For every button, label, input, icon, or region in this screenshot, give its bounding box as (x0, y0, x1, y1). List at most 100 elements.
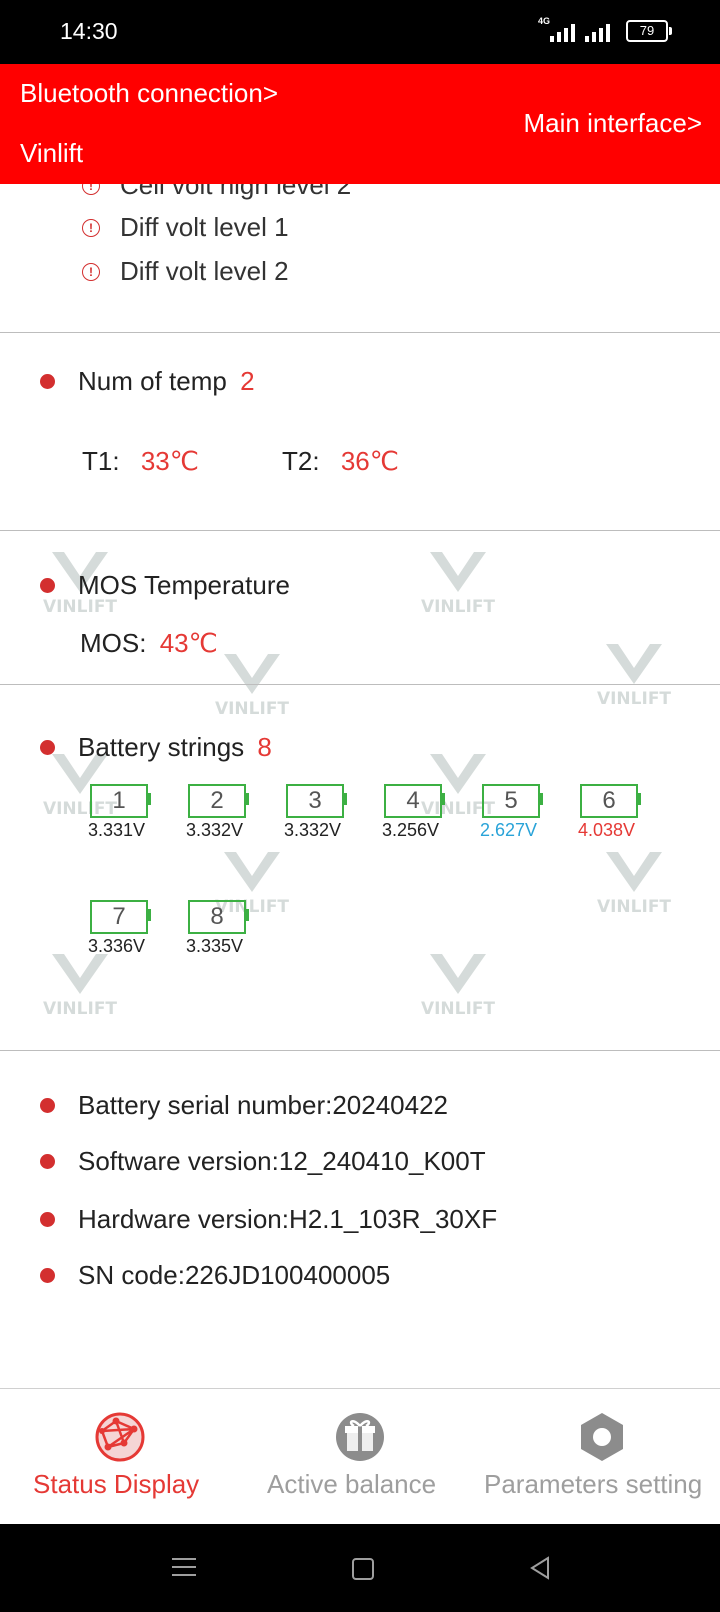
alarm-item: ! Diff volt level 1 (82, 212, 289, 243)
hardware-version: Hardware version:H2.1_103R_30XF (78, 1204, 498, 1234)
temp-sensor-name: T2: (282, 446, 320, 476)
cell-number: 6 (602, 787, 616, 814)
status-content[interactable]: VINLIFT VINLIFT VINLIFT VINLIFT VINLIFT … (0, 184, 720, 1388)
alarm-item: ! Diff volt level 2 (82, 256, 289, 287)
bullet-dot-icon (40, 1212, 55, 1227)
temp-sensor-value: 36℃ (340, 446, 399, 476)
watermark-logo-icon: VINLIFT (215, 654, 289, 719)
cell-voltage: 3.335V (186, 936, 244, 956)
alert-icon: ! (82, 184, 100, 195)
temp-sensor-2: T2: 36℃ (282, 446, 399, 477)
recent-apps-icon[interactable] (172, 1558, 196, 1582)
battery-cell: 1 3.331V (88, 784, 196, 854)
svg-text:VINLIFT: VINLIFT (215, 699, 289, 719)
battery-strings-label: Battery strings (78, 732, 245, 762)
svg-text:VINLIFT: VINLIFT (421, 999, 495, 1019)
cell-number: 8 (210, 903, 224, 930)
system-navigation-bar (0, 1524, 720, 1612)
status-bar: 14:30 4G 79 (0, 0, 720, 64)
alert-icon: ! (82, 218, 100, 237)
temp-sensor-value: 33℃ (140, 446, 199, 476)
watermark-logo-icon: VINLIFT (421, 954, 495, 1019)
cell-voltage: 3.331V (88, 820, 146, 840)
battery-cell: 3 3.332V (284, 784, 392, 854)
alarm-item: ! Cell volt high level 2 (82, 184, 351, 201)
divider (0, 1050, 720, 1051)
battery-strings-count: 8 (257, 732, 272, 762)
watermark-logo-icon: VINLIFT (421, 552, 495, 617)
watermark-logo-icon: VINLIFT (597, 644, 671, 709)
alarm-label: Diff volt level 2 (120, 256, 289, 286)
battery-cell: 5 2.627V (480, 784, 588, 854)
software-version: Software version:12_240410_K00T (78, 1146, 486, 1176)
temp-count-value: 2 (240, 366, 255, 396)
battery-cell: 4 3.256V (382, 784, 490, 854)
bluetooth-connection-link[interactable]: Bluetooth connection> (20, 78, 278, 109)
signal-4g-icon: 4G (538, 16, 575, 42)
device-name: Vinlift (20, 138, 84, 168)
svg-text:VINLIFT: VINLIFT (597, 689, 671, 709)
bullet-dot-icon (40, 1268, 55, 1283)
temp-count-row: Num of temp 2 (78, 366, 255, 397)
gift-icon (336, 1413, 384, 1461)
divider (0, 684, 720, 685)
temp-count-label: Num of temp (78, 366, 227, 396)
cell-voltage: 3.336V (88, 936, 146, 956)
tab-status-display[interactable]: Status Display (0, 1389, 240, 1525)
cell-voltage: 3.332V (186, 820, 244, 840)
svg-text:VINLIFT: VINLIFT (597, 897, 671, 917)
tab-label: Parameters setting (484, 1469, 703, 1499)
hexagon-settings-icon (581, 1413, 623, 1461)
battery-strings-row: Battery strings 8 (78, 732, 272, 763)
cell-number: 5 (504, 787, 518, 814)
divider (0, 332, 720, 333)
battery-cell: 2 3.332V (186, 784, 294, 854)
cell-number: 3 (308, 787, 322, 814)
temp-sensor-name: T1: (82, 446, 120, 476)
cell-number: 7 (112, 903, 126, 930)
tab-active-balance[interactable]: Active balance (240, 1389, 480, 1525)
network-type: 4G (538, 16, 551, 26)
mos-value: 43℃ (159, 628, 218, 658)
bullet-dot-icon (40, 1154, 55, 1169)
status-time: 14:30 (60, 18, 118, 44)
svg-text:VINLIFT: VINLIFT (43, 999, 117, 1019)
battery-cell: 8 3.335V (186, 900, 294, 970)
battery-serial-number: Battery serial number:20240422 (78, 1090, 449, 1120)
bullet-dot-icon (40, 374, 55, 389)
battery-icon: 79 (626, 20, 672, 42)
signal-icon (585, 22, 610, 42)
status-icons: 4G 79 (538, 16, 672, 42)
svg-text:VINLIFT: VINLIFT (421, 597, 495, 617)
bullet-dot-icon (40, 740, 55, 755)
bullet-dot-icon (40, 578, 55, 593)
battery-level: 79 (639, 23, 655, 38)
app-header: Bluetooth connection> Vinlift Main inter… (0, 64, 720, 184)
cell-voltage: 4.038V (578, 820, 636, 840)
cell-voltage: 2.627V (480, 820, 538, 840)
watermark-logo-icon: VINLIFT (597, 852, 671, 917)
tab-label: Active balance (267, 1469, 437, 1499)
mos-label: MOS: (80, 628, 147, 658)
alert-icon: ! (82, 262, 100, 281)
alarm-label: Cell volt high level 2 (120, 184, 352, 200)
alarm-label: Diff volt level 1 (120, 212, 289, 242)
cell-number: 4 (406, 787, 420, 814)
main-interface-link[interactable]: Main interface> (524, 108, 702, 139)
cell-number: 2 (210, 787, 224, 814)
sn-code: SN code:226JD100400005 (78, 1260, 391, 1290)
back-icon[interactable] (528, 1556, 552, 1580)
bullet-dot-icon (40, 1098, 55, 1113)
tab-label: Status Display (33, 1469, 200, 1499)
temp-sensor-1: T1: 33℃ (82, 446, 199, 477)
mos-title: MOS Temperature (78, 570, 290, 600)
cell-number: 1 (112, 787, 126, 814)
cell-voltage: 3.256V (382, 820, 440, 840)
home-icon[interactable] (352, 1558, 374, 1580)
tab-parameters-setting[interactable]: Parameters setting (480, 1389, 720, 1525)
mos-temp-row: MOS: 43℃ (80, 628, 218, 659)
bottom-tab-bar: Status Display Active balance Parameters… (0, 1388, 720, 1525)
globe-network-icon (95, 1412, 145, 1462)
divider (0, 530, 720, 531)
battery-cell: 6 4.038V (578, 784, 686, 854)
